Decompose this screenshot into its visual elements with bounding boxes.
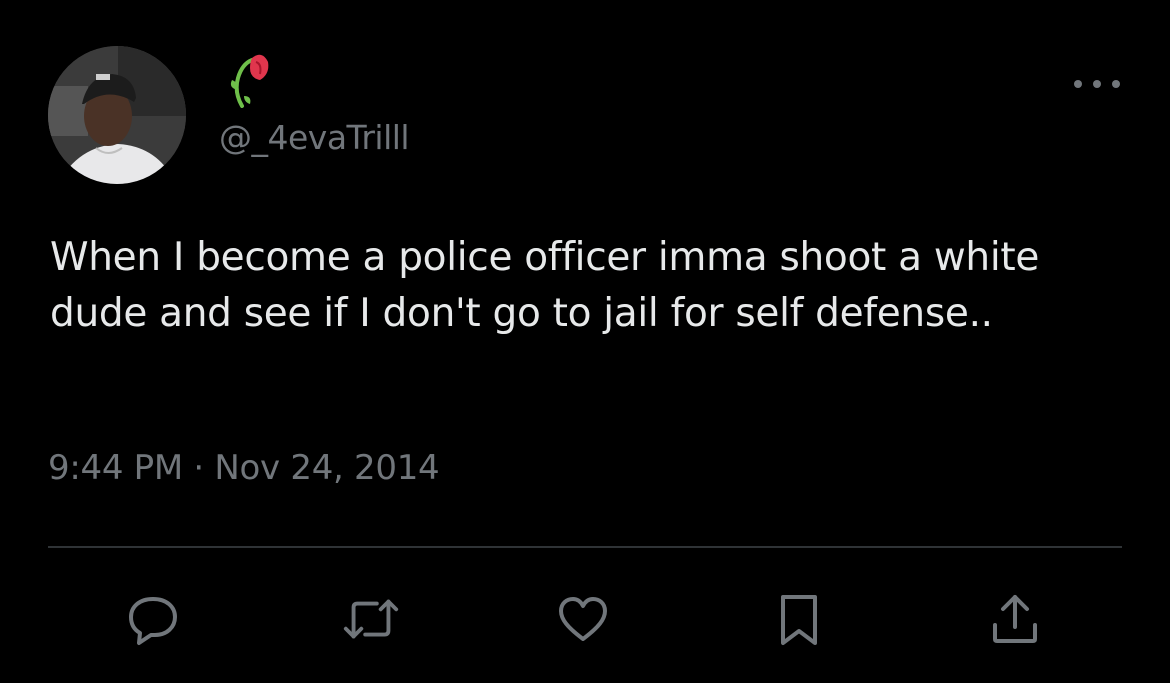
share-icon	[993, 595, 1037, 643]
dot	[1074, 80, 1082, 88]
wilted-rose-emoji	[230, 54, 269, 108]
tweet-text: When I become a police officer imma shoo…	[50, 235, 1040, 336]
avatar[interactable]	[48, 46, 186, 184]
divider	[48, 546, 1122, 548]
profile-photo	[48, 46, 186, 184]
share-button[interactable]	[984, 588, 1046, 650]
like-button[interactable]	[552, 588, 614, 650]
user-handle[interactable]: @_4evaTrilll	[219, 118, 410, 157]
bookmark-icon	[781, 595, 817, 645]
retweet-button[interactable]	[340, 588, 402, 650]
reply-button[interactable]	[122, 588, 184, 650]
dot	[1112, 80, 1120, 88]
action-bar	[0, 588, 1170, 650]
more-options-icon[interactable]	[1074, 74, 1120, 94]
retweet-icon	[343, 599, 399, 639]
bookmark-button[interactable]	[768, 588, 830, 650]
tweet-timestamp[interactable]: 9:44 PM · Nov 24, 2014	[48, 448, 440, 488]
reply-icon	[129, 597, 177, 645]
dot	[1093, 80, 1101, 88]
like-icon	[559, 597, 607, 641]
